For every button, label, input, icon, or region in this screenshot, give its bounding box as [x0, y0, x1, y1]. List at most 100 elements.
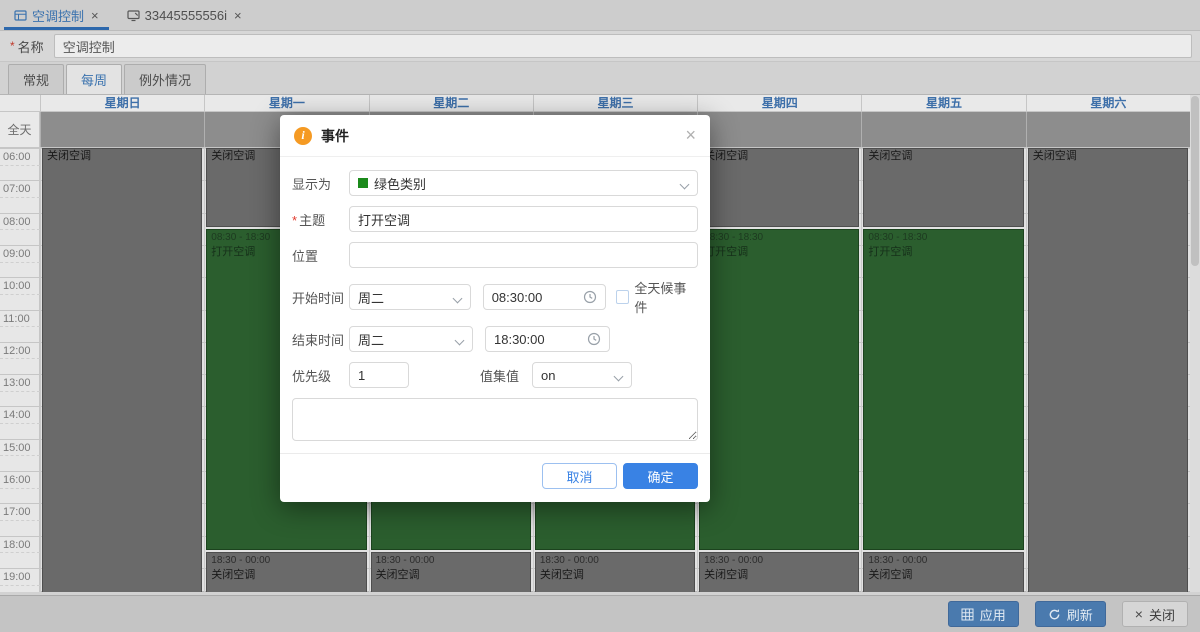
hour-label: 07:00 — [3, 183, 31, 195]
event-block-ac-off[interactable]: 关闭空调 — [1028, 148, 1188, 592]
display-as-select[interactable]: 绿色类别 — [349, 170, 698, 196]
tab-exceptions[interactable]: 例外情况 — [124, 64, 206, 94]
end-day-select[interactable]: 周二 — [349, 326, 473, 352]
day-header-row: 星期日星期一星期二星期三星期四星期五星期六 — [0, 95, 1200, 112]
day-column[interactable]: 关闭空调 — [40, 148, 204, 592]
dialog-footer: 取消 确定 — [280, 453, 710, 502]
hour-label: 12:00 — [3, 345, 31, 357]
event-title: 关闭空调 — [704, 150, 854, 163]
event-block-ac-on[interactable]: 08:30 - 18:30 打开空调 — [699, 229, 859, 550]
event-block-ac-off[interactable]: 18:30 - 00:00 关闭空调 — [863, 552, 1023, 592]
event-block-ac-on[interactable]: 08:30 - 18:30 打开空调 — [863, 229, 1023, 550]
end-time-input[interactable]: 18:30:00 — [485, 326, 610, 352]
hour-label: 19:00 — [3, 571, 31, 583]
required-asterisk: * — [292, 213, 297, 228]
event-title: 关闭空调 — [540, 569, 690, 582]
event-block-ac-off[interactable]: 关闭空调 — [863, 148, 1023, 227]
location-input[interactable] — [349, 242, 698, 268]
device-tab-icon — [127, 9, 140, 22]
note-textarea[interactable] — [292, 398, 698, 441]
all-day-cell[interactable] — [40, 112, 204, 147]
required-asterisk: * — [10, 39, 15, 53]
chevron-down-icon — [452, 294, 462, 304]
cancel-button[interactable]: 取消 — [542, 463, 617, 489]
clock-icon — [583, 290, 597, 304]
chevron-down-icon — [614, 372, 624, 382]
value-set-select[interactable]: on — [532, 362, 632, 388]
hour-label: 08:00 — [3, 216, 31, 228]
priority-row: 优先级 值集值 on — [292, 362, 698, 388]
end-time-value: 18:30:00 — [494, 332, 545, 347]
all-day-checkbox[interactable]: 全天候事件 — [616, 278, 698, 316]
event-title: 打开空调 — [704, 246, 854, 259]
ok-button[interactable]: 确定 — [623, 463, 698, 489]
window-tab-ac-control[interactable]: 空调控制 × — [0, 0, 113, 30]
checkbox-box[interactable] — [616, 290, 630, 304]
tab-weekly[interactable]: 每周 — [66, 64, 122, 94]
event-block-ac-off[interactable]: 18:30 - 00:00关闭空调 — [206, 552, 366, 592]
name-input[interactable] — [54, 34, 1192, 58]
location-label: 位置 — [292, 246, 349, 265]
close-icon[interactable]: × — [234, 8, 242, 23]
event-time-range: 08:30 - 18:30 — [704, 231, 854, 244]
event-dialog: i 事件 × 显示为 绿色类别 *主题 位置 开始时间 周二 — [280, 115, 710, 502]
tab-general[interactable]: 常规 — [8, 64, 64, 94]
hour-label: 14:00 — [3, 409, 31, 421]
event-time-range: 18:30 - 00:00 — [376, 554, 526, 567]
window-tab-bar: 空调控制 × 33445555556i × — [0, 0, 1200, 31]
display-as-value: 绿色类别 — [374, 174, 426, 193]
event-title: 关闭空调 — [1033, 150, 1183, 163]
hour-label: 06:00 — [3, 151, 31, 163]
scrollbar-track[interactable] — [1190, 95, 1200, 592]
priority-label: 优先级 — [292, 366, 349, 385]
display-as-row: 显示为 绿色类别 — [292, 170, 698, 196]
clock-icon — [587, 332, 601, 346]
day-column[interactable]: 关闭空调 08:30 - 18:30 打开空调 18:30 - 00:00关闭空调 — [697, 148, 861, 592]
all-day-cell[interactable] — [861, 112, 1025, 147]
close-button[interactable]: × 关闭 — [1122, 601, 1188, 627]
day-header: 星期日 — [40, 95, 204, 111]
event-block-ac-off[interactable]: 18:30 - 00:00关闭空调 — [535, 552, 695, 592]
event-block-ac-off[interactable]: 关闭空调 — [699, 148, 859, 227]
hour-label: 18:00 — [3, 539, 31, 551]
all-day-cell[interactable] — [697, 112, 861, 147]
event-block-ac-off[interactable]: 关闭空调 — [42, 148, 202, 592]
close-x-icon: × — [1135, 607, 1143, 621]
close-button-label: 关闭 — [1149, 605, 1175, 624]
header-corner — [0, 95, 40, 111]
apply-button[interactable]: 应用 — [948, 601, 1019, 627]
subject-input[interactable] — [349, 206, 698, 232]
close-icon[interactable]: × — [685, 125, 696, 146]
event-title: 关闭空调 — [868, 569, 1018, 582]
start-time-input[interactable]: 08:30:00 — [483, 284, 606, 310]
close-icon[interactable]: × — [91, 8, 99, 23]
event-time-range: 08:30 - 18:30 — [868, 231, 1018, 244]
event-title: 关闭空调 — [376, 569, 526, 582]
start-day-select[interactable]: 周二 — [349, 284, 471, 310]
all-day-cell[interactable] — [1026, 112, 1190, 147]
event-block-ac-off[interactable]: 18:30 - 00:00 关闭空调 — [371, 552, 531, 592]
start-day-value: 周二 — [358, 288, 384, 307]
window-tab-device[interactable]: 33445555556i × — [113, 0, 256, 30]
day-column[interactable]: 关闭空调 — [1026, 148, 1190, 592]
chevron-down-icon — [680, 180, 690, 190]
event-time-range: 18:30 - 00:00 — [868, 554, 1018, 567]
day-header: 星期四 — [697, 95, 861, 111]
dialog-title: 事件 — [321, 126, 349, 146]
event-block-ac-off[interactable]: 18:30 - 00:00关闭空调 — [699, 552, 859, 592]
subject-row: *主题 — [292, 206, 698, 232]
refresh-icon — [1048, 608, 1061, 621]
scrollbar-thumb[interactable] — [1191, 96, 1199, 266]
window-tab-label: 33445555556i — [145, 8, 227, 23]
day-column[interactable]: 关闭空调 08:30 - 18:30 打开空调 18:30 - 00:00 关闭空调 — [861, 148, 1025, 592]
schedule-tab-strip: 常规 每周 例外情况 — [0, 62, 1200, 95]
end-time-label: 结束时间 — [292, 330, 349, 349]
apply-grid-icon — [961, 608, 974, 621]
priority-input[interactable] — [349, 362, 409, 388]
refresh-button-label: 刷新 — [1067, 605, 1093, 624]
refresh-button[interactable]: 刷新 — [1035, 601, 1106, 627]
event-title: 关闭空调 — [211, 569, 361, 582]
event-title: 打开空调 — [868, 246, 1018, 259]
hour-label: 11:00 — [3, 313, 30, 325]
subject-label: *主题 — [292, 210, 349, 229]
